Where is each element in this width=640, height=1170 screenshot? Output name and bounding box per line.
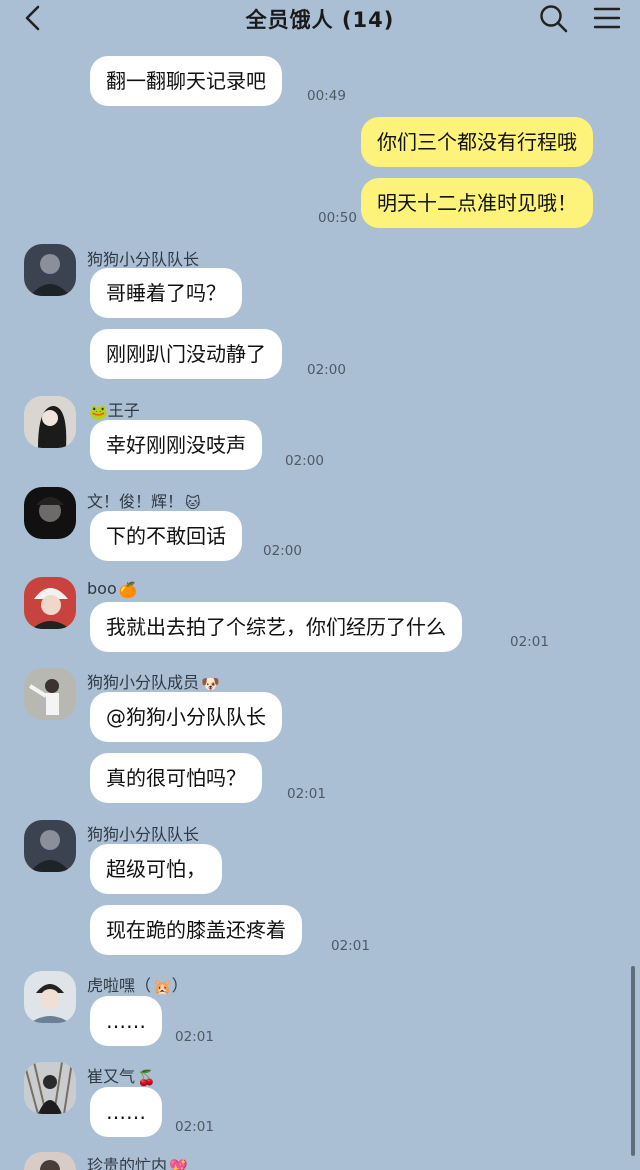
message-bubble[interactable]: 翻一翻聊天记录吧 <box>90 56 282 106</box>
cat-icon: 🐱 <box>185 493 201 512</box>
sender-name: 珍贵的忙内 💖 <box>87 1152 188 1170</box>
message-bubble[interactable]: 现在跪的膝盖还疼着 <box>90 905 302 955</box>
back-arrow-icon[interactable] <box>18 2 48 34</box>
sender-name: 🐸王子 <box>89 401 140 421</box>
hamster-icon: 🐹 <box>153 977 172 996</box>
message-bubble[interactable]: …… <box>90 1087 162 1137</box>
message-bubble[interactable]: 刚刚趴门没动静了 <box>90 329 282 379</box>
avatar[interactable] <box>24 668 76 720</box>
scrollbar[interactable] <box>631 966 635 1156</box>
frog-icon: 🐸 <box>89 402 108 421</box>
message-time: 02:00 <box>307 362 346 378</box>
message-time: 02:01 <box>331 938 370 954</box>
avatar[interactable] <box>24 971 76 1023</box>
sender-name: 狗狗小分队队长 <box>87 825 200 844</box>
message-time: 02:00 <box>263 543 302 559</box>
message-time: 02:01 <box>175 1119 214 1135</box>
search-icon[interactable] <box>538 3 570 35</box>
message-bubble[interactable]: 我就出去拍了个综艺，你们经历了什么 <box>90 602 462 652</box>
avatar[interactable] <box>24 820 76 872</box>
chat-title: 全员饿人 (14) <box>245 8 395 32</box>
sender-name: 虎啦嘿（ 🐹） <box>87 976 188 996</box>
avatar[interactable] <box>24 396 76 448</box>
cherry-icon: 🍒 <box>137 1068 156 1087</box>
sender-name: boo 🍊 <box>87 579 138 599</box>
message-time: 02:01 <box>175 1029 214 1045</box>
message-time: 02:01 <box>287 786 326 802</box>
message-bubble-outgoing[interactable]: 明天十二点准时见哦！ <box>361 178 593 228</box>
avatar[interactable] <box>24 244 76 296</box>
message-bubble[interactable]: 超级可怕， <box>90 844 222 894</box>
message-bubble[interactable]: 哥睡着了吗？ <box>90 268 242 318</box>
message-bubble[interactable]: 幸好刚刚没吱声 <box>90 420 262 470</box>
message-time: 02:01 <box>510 634 549 650</box>
chat-header: 全员饿人 (14) <box>0 0 640 38</box>
heart-icon: 💖 <box>169 1157 188 1170</box>
menu-icon[interactable] <box>592 4 622 32</box>
message-bubble[interactable]: @狗狗小分队队长 <box>90 692 282 742</box>
message-time: 00:49 <box>307 88 346 104</box>
message-time: 02:00 <box>285 453 324 469</box>
sender-name: 崔又气 🍒 <box>87 1067 156 1087</box>
sender-name: 文！俊！辉！ 🐱 <box>87 492 201 512</box>
message-bubble[interactable]: …… <box>90 996 162 1046</box>
sender-name: 狗狗小分队队长 <box>87 250 200 269</box>
avatar[interactable] <box>24 577 76 629</box>
message-bubble[interactable]: 真的很可怕吗？ <box>90 753 262 803</box>
message-bubble-outgoing[interactable]: 你们三个都没有行程哦 <box>361 117 593 167</box>
message-bubble[interactable]: 下的不敢回话 <box>90 511 242 561</box>
sender-name: 狗狗小分队成员 🐶 <box>87 673 220 693</box>
avatar[interactable] <box>24 1062 76 1114</box>
message-time: 00:50 <box>318 210 357 226</box>
dog-icon: 🐶 <box>201 674 220 693</box>
avatar[interactable] <box>24 487 76 539</box>
avatar[interactable] <box>24 1152 76 1170</box>
orange-icon: 🍊 <box>118 580 138 599</box>
